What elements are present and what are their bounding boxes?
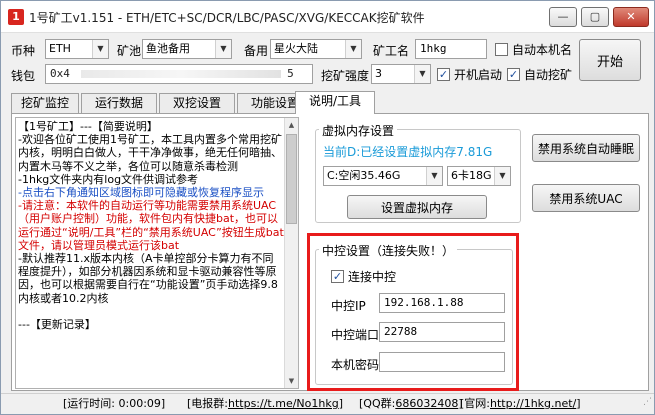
chevron-down-icon: ▼ — [345, 40, 361, 58]
connect-central-checkbox[interactable]: ✓ 连接中控 — [331, 268, 396, 285]
wallet-label: 钱包 — [11, 69, 36, 83]
wallet-input-tail: 5 — [287, 67, 294, 80]
local-password-input[interactable] — [379, 352, 505, 372]
pool-select-value: 鱼池备用 — [146, 42, 190, 55]
disable-sleep-button[interactable]: 禁用系统自动睡眠 — [532, 134, 640, 162]
tab-mining-monitor[interactable]: 挖矿监控 — [11, 93, 79, 113]
automine-label: 自动挖矿 — [524, 68, 573, 82]
backup-pool-label: 备用 — [244, 44, 269, 58]
notes-intro: -欢迎各位矿工使用1号矿工，本工具内置多个常用挖矿内核，明明白白做人，干干净净做… — [18, 133, 282, 173]
close-button[interactable]: ✕ — [613, 7, 649, 27]
chevron-down-icon: ▼ — [494, 167, 510, 185]
help-textarea[interactable]: 【1号矿工】---【简要说明】 -欢迎各位矿工使用1号矿工，本工具内置多个常用挖… — [15, 117, 299, 389]
start-button[interactable]: 开始 — [579, 39, 641, 81]
vmem-drive-value: C:空闲35.46G — [327, 169, 401, 182]
chevron-down-icon: ▼ — [414, 65, 430, 83]
wallet-input[interactable]: 0x4 5 — [45, 64, 313, 84]
backup-pool-select-value: 星火大陆 — [274, 42, 318, 55]
intensity-select[interactable]: 3 ▼ — [371, 64, 431, 84]
title-bar[interactable]: 1 1号矿工v1.151 - ETH/ETC+SC/DCR/LBC/PASC/X… — [1, 1, 654, 33]
chevron-down-icon: ▼ — [426, 167, 442, 185]
autostart-label: 开机启动 — [454, 68, 503, 82]
minimize-button[interactable]: — — [549, 7, 577, 27]
automine-checkbox[interactable]: ✓ 自动挖矿 — [507, 66, 572, 83]
worker-name-input[interactable]: 1hkg — [415, 39, 487, 59]
vmem-group-title: 虚拟内存设置 — [319, 122, 398, 139]
telegram-suffix: ] — [338, 397, 344, 410]
coin-label: 币种 — [11, 44, 36, 58]
vmem-status: 当前D:已经设置虚拟内存7.81G — [323, 145, 493, 159]
connect-central-label: 连接中控 — [348, 270, 397, 284]
website-group: [官网:http://1hkg.net/] — [460, 394, 581, 414]
wallet-input-value: 0x4 — [50, 67, 70, 80]
status-bar: [运行时间: 0:00:09] [电报群:https://t.me/No1hkg… — [1, 393, 654, 414]
central-control-title: 中控设置（连接失败！） — [319, 242, 458, 259]
checkbox-checked-icon: ✓ — [331, 270, 344, 283]
wallet-redacted-blur — [80, 70, 281, 78]
central-port-input[interactable]: 22788 — [379, 322, 505, 342]
window-title: 1号矿工v1.151 - ETH/ETC+SC/DCR/LBC/PASC/XVG… — [29, 11, 425, 25]
vertical-scrollbar[interactable]: ▲ ▼ — [284, 118, 298, 388]
pool-select[interactable]: 鱼池备用 ▼ — [142, 39, 232, 59]
tab-help-tools[interactable]: 说明/工具 — [295, 91, 375, 114]
qq-group: [QQ群:686032408] — [359, 394, 463, 414]
website-prefix: [官网: — [460, 397, 490, 410]
disable-uac-button[interactable]: 禁用系统UAC — [532, 184, 640, 212]
chevron-down-icon: ▼ — [215, 40, 231, 58]
set-vmem-button[interactable]: 设置虚拟内存 — [347, 195, 487, 219]
chevron-down-icon: ▼ — [92, 40, 108, 58]
scroll-up-icon[interactable]: ▲ — [285, 118, 298, 132]
telegram-group: [电报群:https://t.me/No1hkg] — [187, 394, 343, 414]
checkbox-checked-icon: ✓ — [437, 68, 450, 81]
central-ip-input[interactable]: 192.168.1.88 — [379, 293, 505, 313]
checkbox-checked-icon: ✓ — [507, 68, 520, 81]
auto-name-checkbox[interactable]: 自动本机名 — [495, 41, 572, 58]
notes-tray: -点击右下角通知区域图标即可隐藏或恢复程序显示 — [18, 186, 264, 200]
autostart-checkbox[interactable]: ✓ 开机启动 — [437, 66, 502, 83]
notes-kernel: -默认推荐11.x版本内核（A卡单控部分卡算力有不同程度提升），如部分机器因系统… — [18, 252, 278, 305]
vmem-cards-value: 6卡18G — [451, 169, 492, 182]
telegram-link[interactable]: https://t.me/No1hkg — [228, 397, 339, 410]
notes-heading: 【1号矿工】---【简要说明】 — [18, 120, 158, 133]
resize-grip-icon[interactable]: ⋰ — [643, 392, 652, 412]
vmem-cards-select[interactable]: 6卡18G ▼ — [447, 166, 511, 186]
intensity-label: 挖矿强度 — [321, 69, 370, 83]
worker-name-label: 矿工名 — [373, 44, 410, 58]
runtime-status: [运行时间: 0:00:09] — [63, 397, 166, 410]
maximize-button[interactable]: ▢ — [581, 7, 609, 27]
scroll-down-icon[interactable]: ▼ — [285, 374, 298, 388]
coin-select-value: ETH — [49, 42, 71, 55]
qq-link[interactable]: 686032408 — [395, 397, 458, 410]
main-window: 1 1号矿工v1.151 - ETH/ETC+SC/DCR/LBC/PASC/X… — [0, 0, 655, 415]
central-port-label: 中控端口 — [331, 328, 380, 342]
notes-uac-warning: -请注意：本软件的自动运行等功能需要禁用系统UAC（用户账户控制）功能，软件包内… — [18, 199, 284, 252]
central-ip-label: 中控IP — [331, 299, 366, 313]
website-suffix: ] — [576, 397, 581, 410]
app-logo-icon: 1 — [8, 9, 24, 25]
intensity-select-value: 3 — [375, 67, 382, 80]
tab-dual-mining[interactable]: 双挖设置 — [159, 93, 235, 113]
checkbox-box — [495, 43, 508, 56]
coin-select[interactable]: ETH ▼ — [45, 39, 109, 59]
local-password-label: 本机密码 — [331, 358, 380, 372]
qq-prefix: [QQ群: — [359, 397, 396, 410]
tab-runtime-data[interactable]: 运行数据 — [81, 93, 157, 113]
notes-log: -1hkg文件夹内有log文件供调试参考 — [18, 172, 199, 186]
vmem-drive-select[interactable]: C:空闲35.46G ▼ — [323, 166, 443, 186]
backup-pool-select[interactable]: 星火大陆 ▼ — [270, 39, 362, 59]
telegram-prefix: [电报群: — [187, 397, 228, 410]
scroll-thumb[interactable] — [286, 134, 297, 224]
help-text-content: 【1号矿工】---【简要说明】 -欢迎各位矿工使用1号矿工，本工具内置多个常用挖… — [18, 120, 284, 331]
auto-name-label: 自动本机名 — [512, 43, 573, 57]
website-link[interactable]: http://1hkg.net/ — [490, 397, 576, 410]
notes-changelog-heading: ---【更新记录】 — [18, 317, 96, 331]
pool-label: 矿池 — [117, 44, 142, 58]
